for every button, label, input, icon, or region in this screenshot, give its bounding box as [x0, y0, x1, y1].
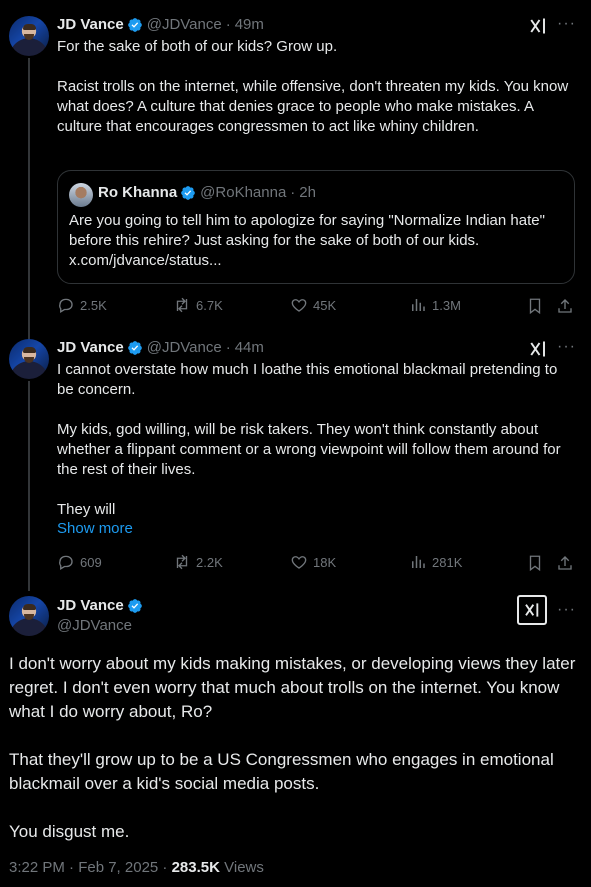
- grok-button[interactable]: [517, 595, 547, 625]
- author-handle[interactable]: @JDVance: [57, 617, 132, 634]
- views-label: Views: [224, 859, 264, 876]
- grok-icon: [525, 603, 539, 617]
- main-post: JD Vance @JDVance ··· I don't worry abou…: [0, 0, 591, 887]
- main-author: JD Vance: [57, 597, 147, 614]
- views-count: 283.5K: [171, 859, 220, 876]
- post-meta: 3:22 PM · Feb 7, 2025 · 283.5K Views: [9, 859, 264, 876]
- more-icon[interactable]: ···: [557, 601, 576, 619]
- author-name[interactable]: JD Vance: [57, 597, 124, 614]
- post-timestamp[interactable]: 3:22 PM · Feb 7, 2025 ·: [9, 859, 172, 876]
- avatar[interactable]: [9, 596, 49, 636]
- verified-icon: [127, 598, 142, 613]
- main-post-text: I don't worry about my kids making mista…: [9, 654, 576, 841]
